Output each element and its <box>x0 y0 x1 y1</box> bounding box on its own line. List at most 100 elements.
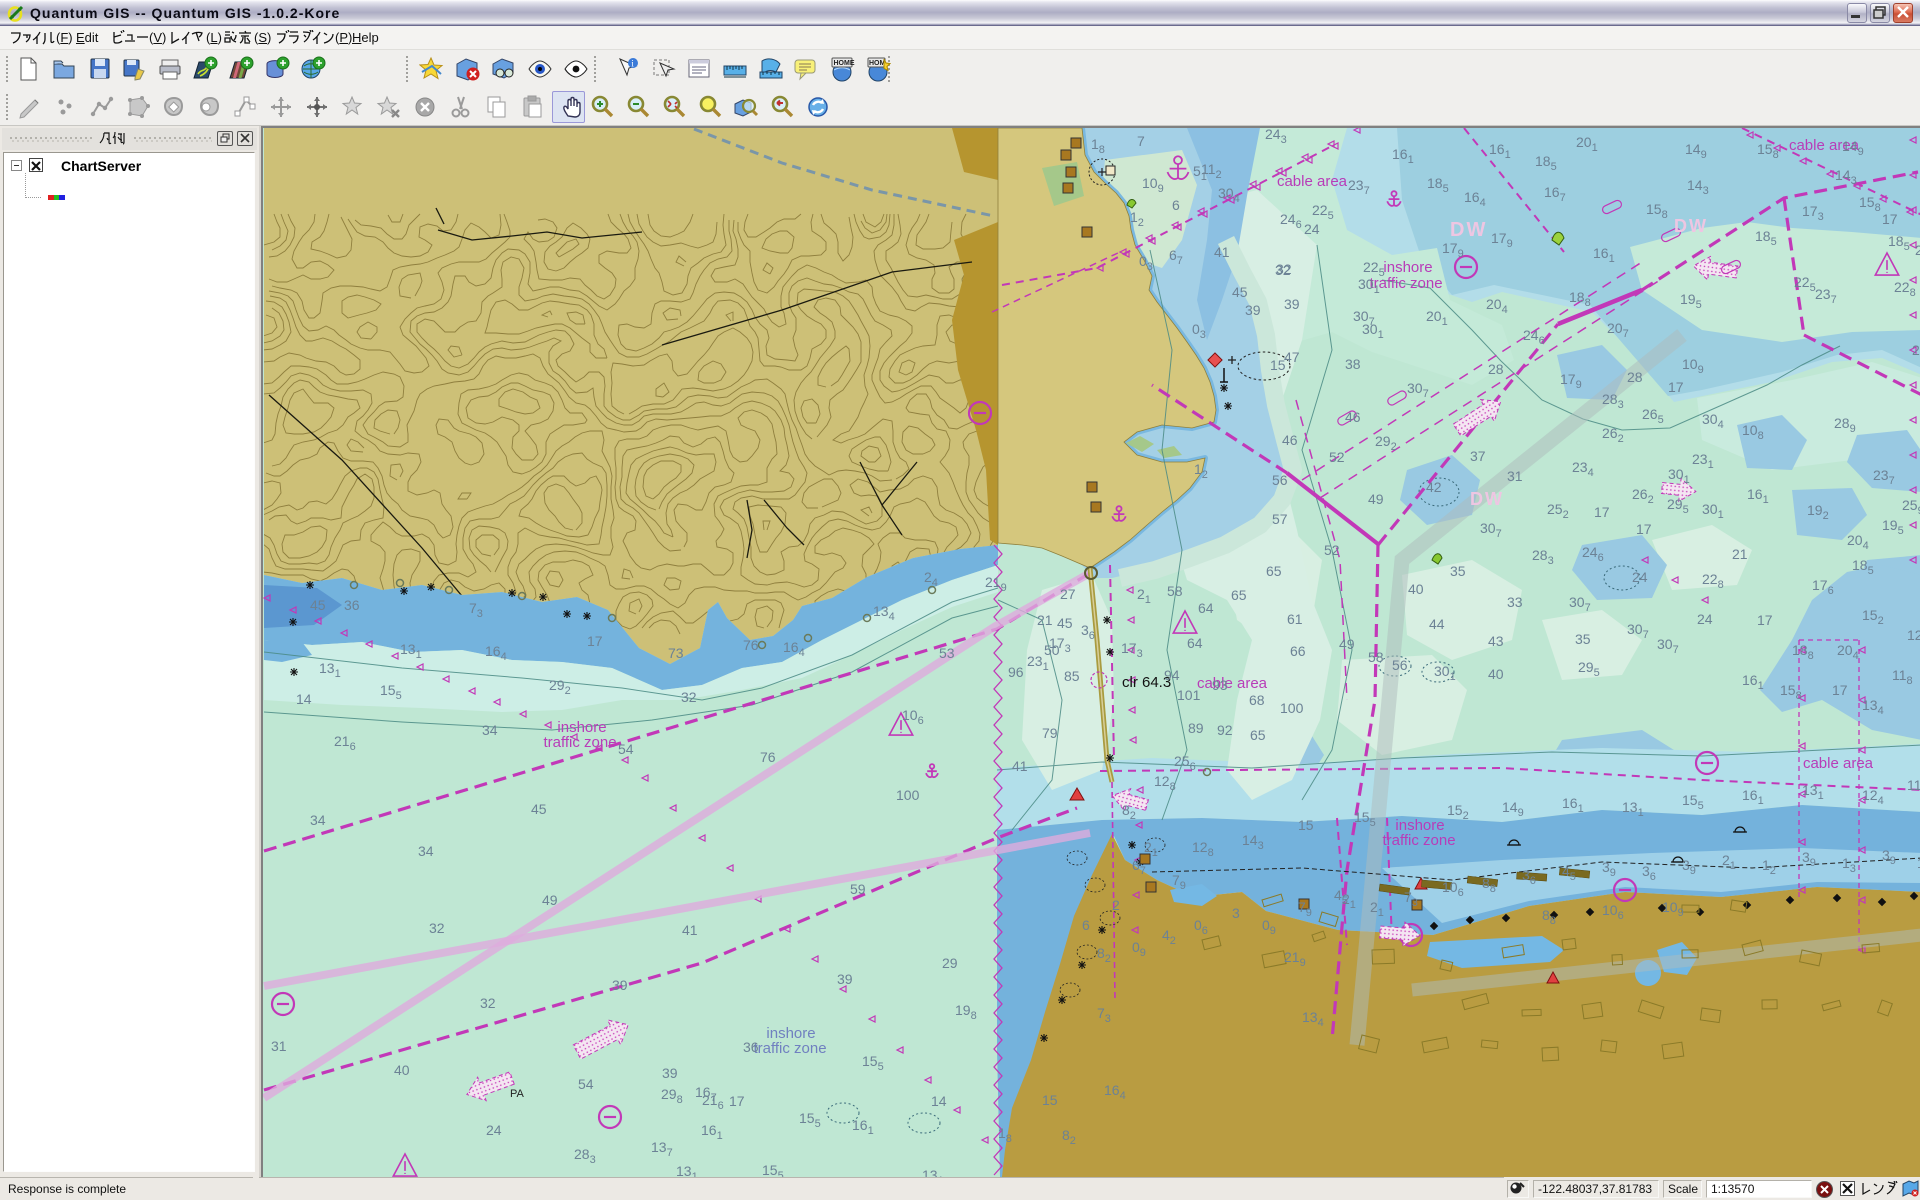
svg-text:37: 37 <box>1470 448 1486 464</box>
svg-text:33: 33 <box>1507 594 1523 610</box>
svg-text:52: 52 <box>1324 542 1340 558</box>
svg-text:6: 6 <box>1172 197 1180 213</box>
svg-text:46: 46 <box>1282 432 1298 448</box>
svg-text:24: 24 <box>486 1122 502 1138</box>
svg-text:24: 24 <box>1304 221 1320 237</box>
svg-text:58: 58 <box>1368 649 1384 665</box>
svg-text:DW: DW <box>1470 489 1504 509</box>
svg-text:76: 76 <box>743 637 759 653</box>
svg-text:34: 34 <box>418 843 434 859</box>
svg-text:cable area: cable area <box>1803 755 1874 772</box>
svg-text:21: 21 <box>1037 612 1053 628</box>
svg-text:41: 41 <box>682 922 698 938</box>
svg-text:54: 54 <box>618 741 634 757</box>
svg-text:17: 17 <box>1594 504 1610 520</box>
svg-text:52: 52 <box>1329 449 1345 465</box>
svg-text:36: 36 <box>743 1039 759 1055</box>
svg-text:17: 17 <box>1636 521 1652 537</box>
svg-text:49: 49 <box>1339 636 1355 652</box>
svg-text:6: 6 <box>1082 917 1090 933</box>
svg-text:17: 17 <box>587 633 603 649</box>
svg-text:17: 17 <box>729 1093 745 1109</box>
svg-text:96: 96 <box>1008 664 1024 680</box>
svg-text:49: 49 <box>542 892 558 908</box>
svg-text:28: 28 <box>1488 361 1504 377</box>
svg-text:42: 42 <box>1426 479 1442 495</box>
svg-text:28: 28 <box>1627 369 1643 385</box>
svg-text:66: 66 <box>1290 643 1306 659</box>
svg-text:40: 40 <box>394 1062 410 1078</box>
svg-text:76: 76 <box>760 749 776 765</box>
svg-text:45: 45 <box>531 801 547 817</box>
svg-text:40: 40 <box>1408 581 1424 597</box>
svg-text:92: 92 <box>1217 722 1233 738</box>
svg-text:43: 43 <box>1488 633 1504 649</box>
svg-text:35: 35 <box>1575 631 1591 647</box>
svg-text:58: 58 <box>1167 583 1183 599</box>
svg-text:54: 54 <box>578 1076 594 1092</box>
svg-text:35: 35 <box>1450 563 1466 579</box>
svg-text:39: 39 <box>662 1065 678 1081</box>
svg-text:68: 68 <box>1249 692 1265 708</box>
svg-text:31: 31 <box>1507 468 1523 484</box>
svg-text:cable area: cable area <box>1197 675 1268 692</box>
svg-text:57: 57 <box>1272 511 1288 527</box>
svg-text:38: 38 <box>1345 356 1361 372</box>
svg-text:100: 100 <box>896 787 920 803</box>
svg-text:40: 40 <box>1488 666 1504 682</box>
svg-text:17: 17 <box>1757 612 1773 628</box>
svg-text:85: 85 <box>1064 668 1080 684</box>
svg-text:32: 32 <box>681 689 697 705</box>
svg-text:27: 27 <box>1060 586 1076 602</box>
svg-text:56: 56 <box>1272 472 1288 488</box>
svg-text:34: 34 <box>482 722 498 738</box>
svg-text:41: 41 <box>1012 758 1028 774</box>
svg-text:29: 29 <box>942 955 958 971</box>
svg-text:32: 32 <box>429 920 445 936</box>
svg-text:49: 49 <box>1368 491 1384 507</box>
svg-text:15: 15 <box>1042 1092 1058 1108</box>
svg-text:PA: PA <box>510 1088 525 1100</box>
svg-text:39: 39 <box>1245 302 1261 318</box>
svg-text:44: 44 <box>1429 616 1445 632</box>
svg-text:89: 89 <box>1188 720 1204 736</box>
svg-text:34: 34 <box>310 812 326 828</box>
svg-text:65: 65 <box>1250 727 1266 743</box>
svg-text:14: 14 <box>931 1093 947 1109</box>
svg-text:39: 39 <box>837 971 853 987</box>
svg-text:46: 46 <box>1345 409 1361 425</box>
svg-text:3: 3 <box>1232 905 1240 921</box>
svg-text:24: 24 <box>1632 569 1648 585</box>
svg-text:32: 32 <box>1275 262 1291 278</box>
svg-text:73: 73 <box>668 645 684 661</box>
svg-text:64: 64 <box>1198 600 1214 616</box>
svg-text:100: 100 <box>1280 700 1304 716</box>
svg-text:36: 36 <box>344 597 360 613</box>
svg-text:65: 65 <box>1231 587 1247 603</box>
svg-text:101: 101 <box>1177 687 1201 703</box>
svg-text:21: 21 <box>1732 546 1748 562</box>
svg-text:15: 15 <box>1298 817 1314 833</box>
svg-text:45: 45 <box>310 597 326 613</box>
svg-text:39: 39 <box>1284 296 1300 312</box>
svg-text:53: 53 <box>939 645 955 661</box>
svg-text:17: 17 <box>1668 379 1684 395</box>
svg-text:14: 14 <box>296 691 312 707</box>
svg-text:31: 31 <box>271 1038 287 1054</box>
svg-text:45: 45 <box>1232 284 1248 300</box>
svg-text:7: 7 <box>1137 133 1145 149</box>
svg-text:HOME: HOME <box>834 60 855 67</box>
svg-text:45: 45 <box>1057 615 1073 631</box>
svg-text:50: 50 <box>1044 642 1060 658</box>
svg-text:2: 2 <box>1112 897 1120 913</box>
svg-text:HOM: HOM <box>869 60 886 67</box>
svg-text:DW: DW <box>1674 216 1708 236</box>
svg-text:32: 32 <box>480 995 496 1011</box>
svg-text:79: 79 <box>1042 725 1058 741</box>
svg-text:cable area: cable area <box>1277 173 1348 190</box>
svg-text:17: 17 <box>1832 682 1848 698</box>
svg-text:61: 61 <box>1287 611 1303 627</box>
svg-text:traffic zone: traffic zone <box>753 1040 826 1057</box>
svg-text:17: 17 <box>1882 211 1898 227</box>
svg-text:traffic zone: traffic zone <box>543 734 616 751</box>
